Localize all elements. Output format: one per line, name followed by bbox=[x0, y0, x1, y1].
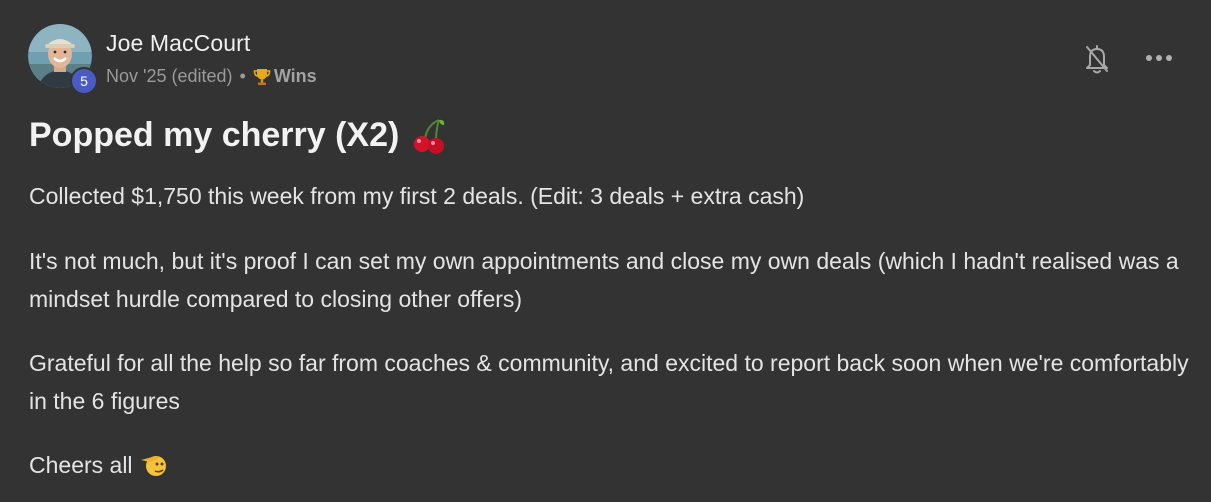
author-avatar-wrap[interactable]: 5 bbox=[28, 24, 98, 95]
more-horizontal-icon[interactable] bbox=[1145, 52, 1173, 64]
post-title-row: Popped my cherry (X2) bbox=[29, 116, 447, 155]
post-paragraph: Collected $1,750 this week from my first… bbox=[29, 183, 805, 209]
post-paragraph: It's not much, but it's proof I can set … bbox=[29, 248, 1179, 312]
post-meta: Nov '25 (edited) • Wins bbox=[106, 66, 317, 87]
level-badge: 5 bbox=[70, 67, 98, 95]
post-paragraph-closing: Cheers all bbox=[29, 446, 1194, 484]
saluting-face-emoji bbox=[140, 456, 166, 476]
closing-text: Cheers all bbox=[29, 452, 133, 478]
cherries-emoji bbox=[414, 118, 445, 154]
post-title: Popped my cherry (X2) bbox=[29, 116, 400, 154]
category-label[interactable]: Wins bbox=[274, 66, 317, 87]
post-card: 5 Joe MacCourt Nov '25 (edited) • Wins P… bbox=[0, 0, 1211, 502]
author-name[interactable]: Joe MacCourt bbox=[106, 30, 250, 57]
post-paragraph: Grateful for all the help so far from co… bbox=[29, 350, 1189, 414]
bell-off-icon[interactable] bbox=[1083, 43, 1111, 75]
meta-separator: • bbox=[239, 66, 246, 86]
trophy-icon bbox=[253, 68, 271, 85]
post-date[interactable]: Nov '25 (edited) bbox=[106, 66, 233, 87]
